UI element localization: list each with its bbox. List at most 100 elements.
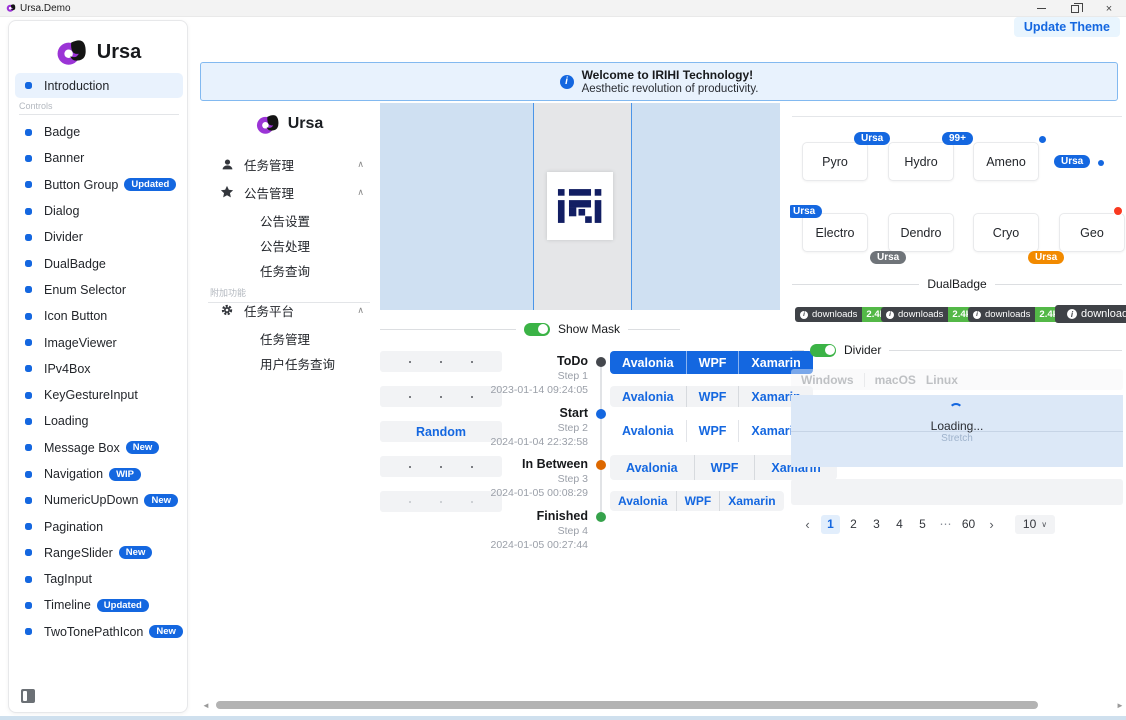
dualbadge-divider-label: DualBadge (927, 277, 986, 291)
page-1[interactable]: 1 (821, 515, 840, 534)
window-bottom-edge (0, 716, 1126, 720)
sidebar-item-dialog[interactable]: Dialog (15, 198, 183, 224)
prev-page-icon[interactable]: ‹ (798, 515, 817, 534)
page-60[interactable]: 60 (959, 515, 978, 534)
chevron-up-icon[interactable]: ∧ (357, 159, 364, 170)
loading-overlay: Loading... Stretch (791, 395, 1123, 467)
badge-card-dendro: Dendro (888, 213, 954, 252)
minimize-button[interactable] (1024, 0, 1058, 17)
ursa-logo-icon (55, 35, 89, 69)
sidebar-item-numericupdown[interactable]: NumericUpDownNew (15, 487, 183, 513)
divider-demo-row: Divider (792, 343, 1122, 357)
divider-toggle[interactable] (810, 344, 836, 357)
count-badge: 99+ (942, 132, 973, 145)
sidebar-item-keygestureinput[interactable]: KeyGestureInput (15, 382, 183, 408)
sidebar-collapse-icon[interactable] (21, 689, 35, 703)
chevron-up-icon[interactable]: ∧ (357, 305, 364, 316)
banner-title: Welcome to IRIHI Technology! (582, 68, 759, 82)
avalonia-button[interactable]: Avalonia (610, 386, 686, 407)
maximize-button[interactable] (1058, 0, 1092, 17)
button-group-solid: Avalonia WPF Xamarin (610, 351, 813, 374)
menu-item-task-management[interactable]: 任务管理 ∧ (208, 153, 370, 175)
pagination: ‹ 1 2 3 4 5 ⋯ 60 › 10 ∨ (798, 514, 1055, 534)
menu-item-task-platform[interactable]: 任务平台 ∧ (208, 299, 370, 321)
scroll-left-icon[interactable]: ◄ (200, 701, 212, 710)
sidebar-item-badge[interactable]: Badge (15, 119, 183, 145)
button-group-borderless: Avalonia WPF Xamarin (610, 420, 813, 442)
page-4[interactable]: 4 (890, 515, 909, 534)
avalonia-button[interactable]: Avalonia (610, 420, 686, 442)
wpf-button[interactable]: WPF (686, 420, 739, 442)
sidebar-item-dualbadge[interactable]: DualBadge (15, 250, 183, 276)
info-icon: i (973, 311, 981, 319)
windows-button: Windows (791, 373, 864, 387)
show-mask-label: Show Mask (558, 322, 620, 336)
info-icon: i (1067, 309, 1077, 319)
wip-badge: WIP (109, 468, 141, 481)
bullet-icon (25, 471, 32, 478)
sidebar-item-pagination[interactable]: Pagination (15, 513, 183, 539)
sidebar-item-button-group[interactable]: Button GroupUpdated (15, 172, 183, 198)
sidebar-item-imageviewer[interactable]: ImageViewer (15, 329, 183, 355)
menu-item-task-query[interactable]: 任务查询 (208, 259, 370, 281)
menu-item-announcement-settings[interactable]: 公告设置 (208, 209, 370, 231)
divider-line (792, 284, 919, 285)
macos-button: macOS (864, 373, 926, 387)
menu-item-task-management-sub[interactable]: 任务管理 (208, 327, 370, 349)
sidebar-item-ipv4box[interactable]: IPv4Box (15, 356, 183, 382)
show-mask-toggle[interactable] (524, 323, 550, 336)
new-badge: New (119, 546, 153, 559)
timeline-dot-start (596, 409, 606, 419)
bullet-icon (25, 392, 32, 399)
timeline-line (600, 366, 602, 516)
person-icon (220, 157, 234, 171)
sidebar-item-icon-button[interactable]: Icon Button (15, 303, 183, 329)
dual-badge: idownloads 2.4k (968, 307, 1062, 322)
xamarin-button[interactable]: Xamarin (719, 491, 783, 511)
avalonia-button[interactable]: Avalonia (610, 491, 676, 511)
timeline-dot-in-between (596, 460, 606, 470)
image-viewer[interactable] (380, 103, 780, 310)
avalonia-button[interactable]: Avalonia (610, 351, 686, 374)
sidebar-item-rangeslider[interactable]: RangeSliderNew (15, 540, 183, 566)
badge-card-ameno: Ameno (973, 142, 1039, 181)
close-button[interactable]: × (1092, 0, 1126, 17)
next-page-icon[interactable]: › (982, 515, 1001, 534)
sidebar-item-twotonepathicon[interactable]: TwoTonePathIconNew (15, 619, 183, 645)
bullet-icon (25, 602, 32, 609)
wpf-button[interactable]: WPF (676, 491, 720, 511)
wpf-button[interactable]: WPF (686, 386, 739, 407)
page-size-select[interactable]: 10 ∨ (1015, 515, 1055, 534)
sidebar-item-introduction[interactable]: Introduction (15, 73, 183, 98)
bullet-icon (25, 418, 32, 425)
sidebar-item-loading[interactable]: Loading (15, 408, 183, 434)
wpf-button[interactable]: WPF (686, 351, 739, 374)
update-theme-button[interactable]: Update Theme (1014, 17, 1120, 37)
menu-item-announcement-management[interactable]: 公告管理 ∧ (208, 181, 370, 203)
scroll-right-icon[interactable]: ► (1114, 701, 1126, 710)
sidebar-item-message-box[interactable]: Message BoxNew (15, 435, 183, 461)
sidebar-item-divider[interactable]: Divider (15, 224, 183, 250)
sidebar-item-banner[interactable]: Banner (15, 145, 183, 171)
badge-card-hydro: Hydro (888, 142, 954, 181)
page-2[interactable]: 2 (844, 515, 863, 534)
sidebar: Ursa Introduction Controls Badge Banner … (8, 20, 188, 713)
menu-item-user-task-query[interactable]: 用户任务查询 (208, 352, 370, 374)
viewer-mask-right (632, 103, 780, 310)
page-3[interactable]: 3 (867, 515, 886, 534)
avalonia-button[interactable]: Avalonia (610, 455, 694, 480)
sidebar-item-navigation[interactable]: NavigationWIP (15, 461, 183, 487)
page-5[interactable]: 5 (913, 515, 932, 534)
wpf-button[interactable]: WPF (694, 455, 755, 480)
button-group-light: Avalonia WPF Xamarin (610, 386, 813, 407)
bullet-icon (25, 155, 32, 162)
irihi-logo-image (547, 172, 613, 240)
sidebar-item-taginput[interactable]: TagInput (15, 566, 183, 592)
menu-item-announcement-processing[interactable]: 公告处理 (208, 234, 370, 256)
scrollbar-track[interactable] (212, 701, 1114, 709)
sidebar-item-timeline[interactable]: TimelineUpdated (15, 592, 183, 618)
chevron-up-icon[interactable]: ∧ (357, 187, 364, 198)
sidebar-item-enum-selector[interactable]: Enum Selector (15, 277, 183, 303)
scrollbar-thumb[interactable] (216, 701, 1038, 709)
bullet-icon (25, 260, 32, 267)
